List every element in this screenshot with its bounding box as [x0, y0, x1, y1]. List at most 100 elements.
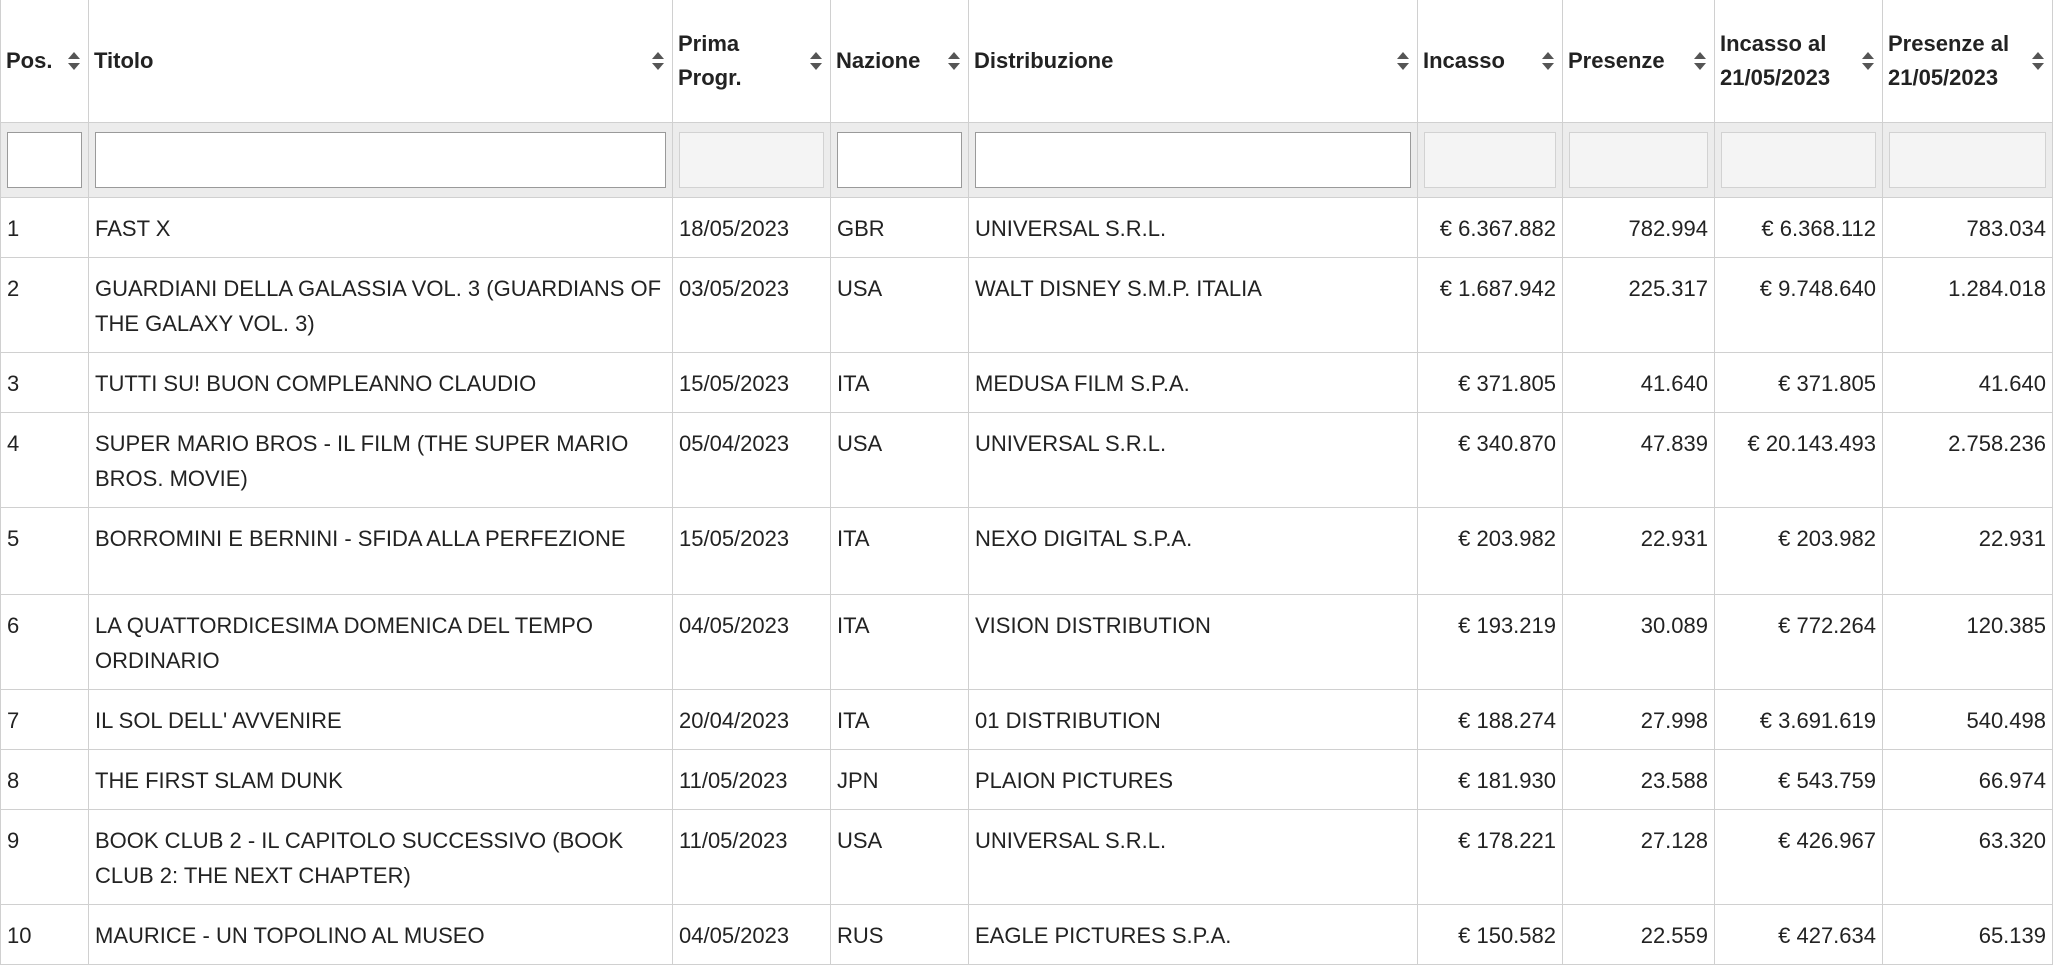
sort-icon[interactable] [2031, 51, 2045, 71]
cell-incasso-al: € 543.759 [1714, 749, 1883, 810]
sort-both-icon [1694, 52, 1706, 70]
table-row: 6 LA QUATTORDICESIMA DOMENICA DEL TEMPO O… [0, 594, 2053, 690]
cell-nazione: USA [830, 412, 969, 508]
cell-presenze-al: 2.758.236 [1882, 412, 2053, 508]
cell-incasso-al: € 20.143.493 [1714, 412, 1883, 508]
sort-icon[interactable] [809, 51, 823, 71]
cell-titolo: THE FIRST SLAM DUNK [88, 749, 673, 810]
cell-presenze-al: 22.931 [1882, 507, 2053, 595]
table-row: 1 FAST X 18/05/2023 GBR UNIVERSAL S.R.L. € 6.… [0, 197, 2053, 258]
cell-prima-progr: 20/04/2023 [672, 689, 831, 750]
cell-titolo: SUPER MARIO BROS - IL FILM (THE SUPER MA… [88, 412, 673, 508]
cell-incasso-al: € 3.691.619 [1714, 689, 1883, 750]
cell-presenze-al: 1.284.018 [1882, 257, 2053, 353]
cell-pos: 1 [0, 197, 89, 258]
cell-prima-progr: 18/05/2023 [672, 197, 831, 258]
cell-incasso-al: € 427.634 [1714, 904, 1883, 965]
sort-icon[interactable] [67, 51, 81, 71]
cell-titolo: BORROMINI E BERNINI - SFIDA ALLA PERFEZI… [88, 507, 673, 595]
table-row: 8 THE FIRST SLAM DUNK 11/05/2023 JPN PLAION … [0, 749, 2053, 810]
cell-distribuzione: WALT DISNEY S.M.P. ITALIA [968, 257, 1418, 353]
cell-incasso: € 150.582 [1417, 904, 1563, 965]
col-header-nazione[interactable]: Nazione [830, 0, 969, 123]
cell-nazione: ITA [830, 689, 969, 750]
cell-distribuzione: PLAION PICTURES [968, 749, 1418, 810]
sort-icon[interactable] [1396, 51, 1410, 71]
col-header-label: Titolo [94, 48, 154, 73]
filter-nazione-input[interactable] [837, 132, 962, 188]
cell-prima-progr: 11/05/2023 [672, 749, 831, 810]
sort-icon[interactable] [947, 51, 961, 71]
cell-presenze-al: 65.139 [1882, 904, 2053, 965]
col-header-titolo[interactable]: Titolo [88, 0, 673, 123]
cell-distribuzione: MEDUSA FILM S.P.A. [968, 352, 1418, 413]
cell-incasso: € 203.982 [1417, 507, 1563, 595]
filter-incasso-input [1424, 132, 1556, 188]
cell-prima-progr: 11/05/2023 [672, 809, 831, 905]
col-header-label: Presenze [1568, 48, 1665, 73]
cell-distribuzione: UNIVERSAL S.R.L. [968, 412, 1418, 508]
cell-presenze: 22.931 [1562, 507, 1715, 595]
sort-icon[interactable] [1541, 51, 1555, 71]
cell-prima-progr: 04/05/2023 [672, 904, 831, 965]
cell-presenze: 41.640 [1562, 352, 1715, 413]
cell-incasso-al: € 6.368.112 [1714, 197, 1883, 258]
cell-presenze-al: 41.640 [1882, 352, 2053, 413]
filter-cell [88, 122, 673, 198]
filter-prima-progr-input [679, 132, 824, 188]
cell-incasso-al: € 203.982 [1714, 507, 1883, 595]
cell-pos: 4 [0, 412, 89, 508]
col-header-pos[interactable]: Pos. [0, 0, 89, 123]
sort-both-icon [2032, 52, 2044, 70]
filter-presenze-al-input [1889, 132, 2046, 188]
cell-prima-progr: 03/05/2023 [672, 257, 831, 353]
cell-presenze: 22.559 [1562, 904, 1715, 965]
col-header-label: Distribuzione [974, 48, 1114, 73]
sort-both-icon [1397, 52, 1409, 70]
cell-incasso: € 1.687.942 [1417, 257, 1563, 353]
cell-titolo: BOOK CLUB 2 - IL CAPITOLO SUCCESSIVO (BO… [88, 809, 673, 905]
filter-distribuzione-input[interactable] [975, 132, 1411, 188]
cell-pos: 10 [0, 904, 89, 965]
col-header-presenze[interactable]: Presenze [1562, 0, 1715, 123]
col-header-label: Nazione [836, 48, 921, 73]
cell-pos: 8 [0, 749, 89, 810]
filter-pos-input[interactable] [7, 132, 82, 188]
filter-titolo-input[interactable] [95, 132, 666, 188]
sort-both-icon [1542, 52, 1554, 70]
cell-pos: 3 [0, 352, 89, 413]
cell-titolo: FAST X [88, 197, 673, 258]
col-header-distribuzione[interactable]: Distribuzione [968, 0, 1418, 123]
col-header-incasso[interactable]: Incasso [1417, 0, 1563, 123]
col-header-prima-progr[interactable]: Prima Progr. [672, 0, 831, 123]
col-header-label: Incasso [1423, 48, 1505, 73]
cell-prima-progr: 15/05/2023 [672, 507, 831, 595]
table-row: 5 BORROMINI E BERNINI - SFIDA ALLA PERFEZ… [0, 507, 2053, 595]
cell-titolo: LA QUATTORDICESIMA DOMENICA DEL TEMPO OR… [88, 594, 673, 690]
cell-nazione: ITA [830, 352, 969, 413]
col-header-incasso-al[interactable]: Incasso al 21/05/2023 [1714, 0, 1883, 123]
cell-presenze-al: 66.974 [1882, 749, 2053, 810]
filter-row [0, 122, 2053, 198]
cell-incasso: € 6.367.882 [1417, 197, 1563, 258]
cell-presenze-al: 540.498 [1882, 689, 2053, 750]
filter-cell [1714, 122, 1883, 198]
cell-incasso: € 193.219 [1417, 594, 1563, 690]
sort-icon[interactable] [651, 51, 665, 71]
cell-presenze: 782.994 [1562, 197, 1715, 258]
col-header-label: Prima Progr. [678, 31, 742, 90]
filter-cell [1417, 122, 1563, 198]
col-header-presenze-al[interactable]: Presenze al 21/05/2023 [1882, 0, 2053, 123]
cell-incasso-al: € 772.264 [1714, 594, 1883, 690]
sort-icon[interactable] [1693, 51, 1707, 71]
col-header-label: Incasso al 21/05/2023 [1720, 31, 1831, 90]
sort-icon[interactable] [1861, 51, 1875, 71]
cell-distribuzione: NEXO DIGITAL S.P.A. [968, 507, 1418, 595]
cell-presenze-al: 783.034 [1882, 197, 2053, 258]
cell-incasso: € 188.274 [1417, 689, 1563, 750]
cell-pos: 9 [0, 809, 89, 905]
cell-pos: 2 [0, 257, 89, 353]
cell-nazione: ITA [830, 507, 969, 595]
cell-presenze: 27.128 [1562, 809, 1715, 905]
cell-nazione: ITA [830, 594, 969, 690]
